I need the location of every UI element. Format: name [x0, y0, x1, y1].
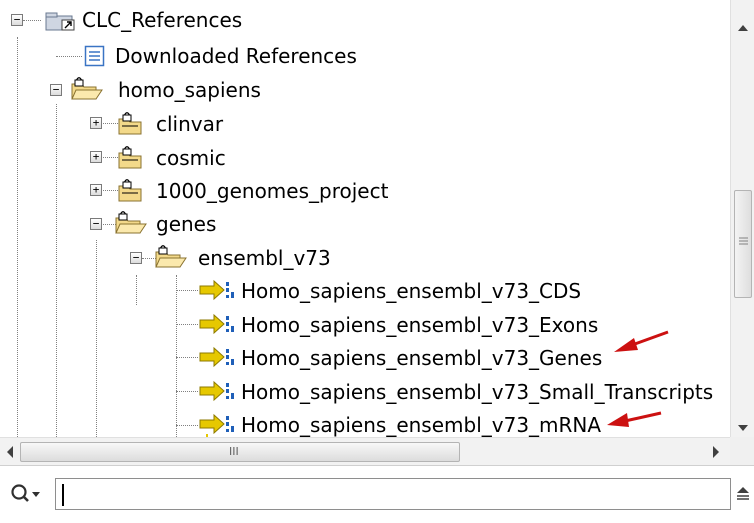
tree-guide-line	[176, 357, 198, 358]
scroll-up-arrow-icon[interactable]	[738, 24, 748, 32]
document-list-icon	[84, 45, 105, 67]
tree-item-track-mrna[interactable]: Homo_sapiens_ensembl_v73_mRNA	[241, 408, 601, 437]
tree-item-1000-genomes-project[interactable]: 1000_genomes_project	[156, 174, 388, 208]
tree-item-label: CLC_References	[82, 8, 243, 32]
tree-item-label: cosmic	[156, 146, 226, 170]
locked-folder-icon	[118, 179, 142, 202]
scroll-right-arrow-icon[interactable]	[712, 446, 720, 458]
tree-item-label: ensembl_v73	[198, 246, 331, 270]
locked-open-folder-icon	[71, 77, 103, 100]
scroll-left-arrow-icon[interactable]	[6, 446, 14, 458]
tree-guide-line	[176, 275, 177, 437]
tree-guide-line	[56, 56, 82, 57]
search-options-icon[interactable]	[10, 483, 46, 507]
tree-item-downloaded-references[interactable]: Downloaded References	[115, 39, 357, 73]
vertical-scroll-thumb[interactable]	[734, 190, 752, 298]
scrollbar-corner	[730, 437, 754, 465]
tree-item-label: 1000_genomes_project	[156, 179, 389, 203]
vertical-scrollbar[interactable]	[730, 0, 754, 437]
annotation-track-icon	[199, 279, 234, 301]
scroll-grip-icon: III	[229, 445, 239, 458]
horizontal-scroll-thumb[interactable]: III	[20, 442, 460, 462]
tree-guide-line	[136, 275, 137, 305]
tree-item-clc-references[interactable]: CLC_References	[82, 3, 242, 37]
navigation-panel: − CLC_References Downloaded References −	[0, 0, 754, 523]
locked-folder-icon	[118, 112, 142, 135]
annotation-track-icon	[199, 380, 234, 402]
expand-toggle-clinvar[interactable]: +	[90, 117, 102, 129]
horizontal-scrollbar[interactable]: III	[0, 437, 730, 465]
scroll-down-arrow-icon[interactable]	[738, 424, 748, 432]
tree-item-ensembl-v73[interactable]: ensembl_v73	[198, 241, 331, 275]
red-annotation-arrow-icon	[607, 411, 662, 427]
tree-item-label: genes	[156, 212, 217, 236]
locked-folder-icon	[118, 146, 142, 169]
tree-item-track-cds[interactable]: Homo_sapiens_ensembl_v73_CDS	[241, 274, 581, 308]
tree-item-label: clinvar	[156, 112, 224, 136]
tree-item-label: homo_sapiens	[118, 78, 261, 102]
search-bar	[0, 465, 754, 523]
annotation-track-icon	[199, 313, 234, 335]
tree-item-homo-sapiens[interactable]: homo_sapiens	[118, 73, 261, 107]
annotation-track-icon	[199, 346, 234, 368]
tree-item-label: Downloaded References	[115, 44, 357, 68]
expand-toggle-cosmic[interactable]: +	[90, 151, 102, 163]
annotation-track-icon	[199, 413, 234, 435]
locked-open-folder-icon	[155, 245, 187, 268]
collapse-toggle-homo-sapiens[interactable]: −	[50, 84, 62, 96]
tree-guide-line	[176, 391, 198, 392]
tree-item-track-genes[interactable]: Homo_sapiens_ensembl_v73_Genes	[241, 341, 602, 375]
database-folder-icon	[45, 12, 75, 31]
tree-item-label: Homo_sapiens_ensembl_v73_mRNA	[241, 413, 602, 437]
tree-guide-line	[17, 37, 18, 437]
tree-item-label: Homo_sapiens_ensembl_v73_Exons	[241, 313, 599, 337]
tree-guide-line	[96, 240, 97, 437]
tree-guide-line	[56, 104, 57, 437]
tree-item-track-exons[interactable]: Homo_sapiens_ensembl_v73_Exons	[241, 308, 598, 342]
collapse-toggle-genes[interactable]: −	[90, 218, 102, 230]
tree-guide-line	[176, 425, 198, 426]
tree-item-label: Homo_sapiens_ensembl_v73_CDS	[241, 279, 582, 303]
text-cursor	[62, 484, 64, 506]
navigation-tree: − CLC_References Downloaded References −	[0, 0, 730, 437]
collapse-panel-icon[interactable]	[736, 486, 750, 502]
tree-item-label: Homo_sapiens_ensembl_v73_Genes	[241, 346, 603, 370]
expand-toggle-1000-genomes[interactable]: +	[90, 184, 102, 196]
tree-item-clinvar[interactable]: clinvar	[156, 107, 223, 141]
tree-guide-line	[176, 290, 198, 291]
tree-guide-line	[176, 324, 198, 325]
collapse-toggle-ensembl[interactable]: −	[130, 252, 142, 264]
tree-guide-line	[23, 20, 41, 21]
collapse-toggle-root[interactable]: −	[11, 14, 23, 26]
scroll-grip-icon	[739, 237, 748, 245]
tree-item-genes[interactable]: genes	[156, 207, 216, 241]
tree-item-cosmic[interactable]: cosmic	[156, 141, 226, 175]
locked-open-folder-icon	[115, 211, 147, 234]
search-input[interactable]	[55, 478, 731, 510]
red-annotation-arrow-icon	[614, 330, 669, 352]
